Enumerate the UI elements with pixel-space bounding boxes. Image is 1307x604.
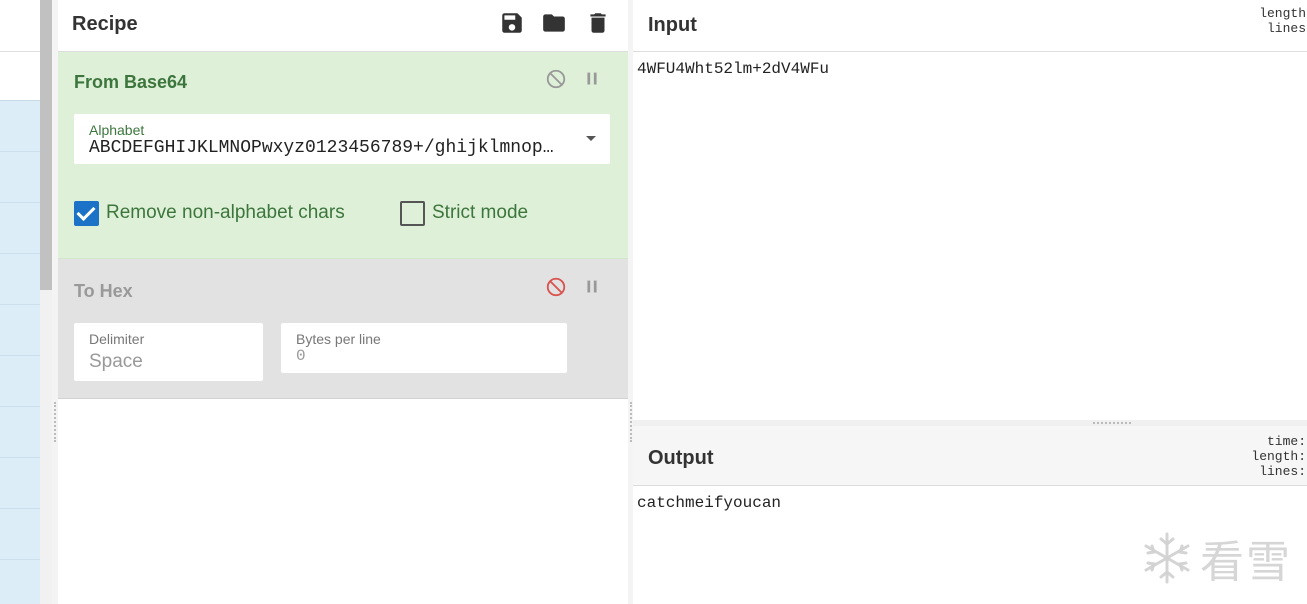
output-length-label: length:: [1251, 449, 1306, 464]
output-text[interactable]: catchmeifyoucan: [637, 494, 781, 512]
list-item[interactable]: [0, 458, 40, 509]
disable-operation-icon[interactable]: [545, 68, 567, 90]
folder-icon[interactable]: [541, 10, 567, 36]
input-title: Input: [648, 14, 697, 36]
list-item[interactable]: [0, 101, 40, 152]
alphabet-label: Alphabet: [89, 122, 145, 138]
gutter-grip: [54, 402, 56, 442]
operations-list: [0, 100, 40, 604]
list-item[interactable]: [0, 356, 40, 407]
output-lines-label: lines:: [1259, 464, 1306, 479]
list-item[interactable]: [0, 407, 40, 458]
operation-title: From Base64: [74, 72, 188, 92]
alphabet-select[interactable]: Alphabet ABCDEFGHIJKLMNOPwxyz0123456789+…: [74, 114, 610, 164]
watermark: 看雪: [1140, 526, 1292, 590]
strict-mode-checkbox[interactable]: Strict mode: [400, 200, 528, 226]
operations-panel: [0, 0, 40, 604]
input-header: Input length lines: [633, 0, 1307, 52]
list-item[interactable]: [0, 152, 40, 203]
output-header: Output time: length: lines:: [633, 426, 1307, 486]
delimiter-value: Space: [89, 351, 143, 372]
list-item[interactable]: [0, 509, 40, 560]
operation-title: To Hex: [74, 281, 133, 301]
input-pane: Input length lines 4WFU4Wht52lm+2dV4WFu: [633, 0, 1307, 420]
delimiter-label: Delimiter: [89, 331, 145, 347]
checkbox-checked-icon[interactable]: [74, 200, 99, 226]
chevron-down-icon[interactable]: [586, 136, 596, 141]
operations-search-area[interactable]: [0, 0, 40, 52]
input-info: length lines: [1259, 6, 1306, 36]
breakpoint-pause-icon[interactable]: [581, 68, 603, 90]
operation-to-hex[interactable]: To Hex Delimiter Space Bytes per line 0: [58, 259, 628, 399]
bytes-per-line-label: Bytes per line: [296, 331, 381, 347]
delimiter-field[interactable]: Delimiter Space: [74, 323, 263, 381]
trash-icon[interactable]: [585, 10, 611, 36]
checkbox-unchecked-icon[interactable]: [400, 200, 425, 226]
disable-operation-icon[interactable]: [545, 276, 567, 298]
recipe-header: Recipe: [58, 0, 628, 52]
output-title: Output: [648, 447, 714, 469]
output-info: time: length: lines:: [1251, 434, 1306, 479]
list-item[interactable]: [0, 305, 40, 356]
input-lines-label: lines: [1266, 21, 1306, 36]
gutter-grip: [1093, 422, 1131, 424]
breakpoint-pause-icon[interactable]: [581, 276, 603, 298]
snowflake-icon: [1144, 532, 1190, 584]
alphabet-value: ABCDEFGHIJKLMNOPwxyz0123456789+/ghijklmn…: [89, 138, 559, 158]
operations-scrollbar[interactable]: [40, 0, 52, 604]
save-icon[interactable]: [499, 10, 525, 36]
operation-from-base64[interactable]: From Base64 Alphabet ABCDEFGHIJKLMNOPwxy…: [58, 52, 628, 259]
recipe-title: Recipe: [72, 13, 138, 35]
list-item[interactable]: [0, 560, 40, 604]
strict-mode-label: Strict mode: [432, 202, 529, 223]
bytes-per-line-value: 0: [296, 347, 306, 365]
cyberchef-window: Recipe From Base64 Alphabet ABCDEFGHIJKL…: [0, 0, 1307, 604]
input-textarea[interactable]: 4WFU4Wht52lm+2dV4WFu: [637, 60, 829, 78]
bytes-per-line-field[interactable]: Bytes per line 0: [281, 323, 567, 373]
scrollbar-thumb[interactable]: [40, 0, 52, 290]
list-item[interactable]: [0, 203, 40, 254]
watermark-text: 看雪: [1200, 537, 1292, 588]
list-item[interactable]: [0, 254, 40, 305]
remove-non-alphabet-checkbox[interactable]: Remove non-alphabet chars: [74, 200, 345, 226]
remove-non-alphabet-label: Remove non-alphabet chars: [106, 202, 345, 223]
recipe-panel: Recipe From Base64 Alphabet ABCDEFGHIJKL…: [58, 0, 628, 604]
input-length-label: length: [1259, 6, 1306, 21]
output-time-label: time:: [1266, 434, 1306, 449]
gutter-grip: [630, 402, 632, 442]
